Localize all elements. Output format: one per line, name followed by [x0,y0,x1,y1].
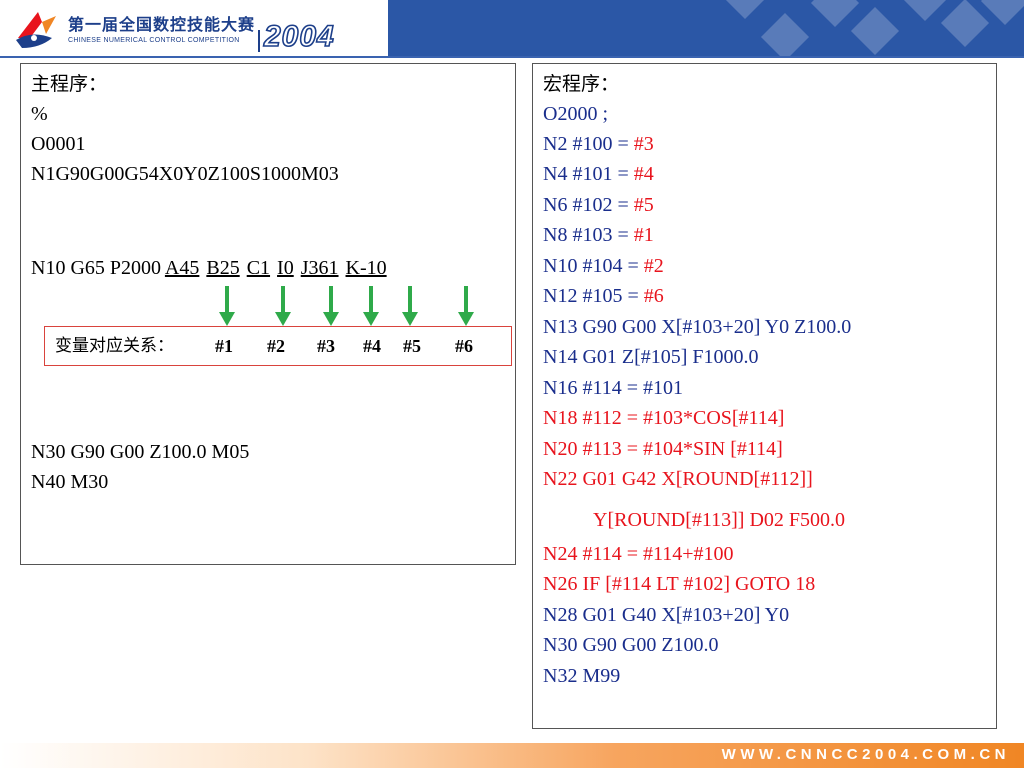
main-program-title: 主程序： [31,73,108,95]
down-arrow-icon [219,286,235,326]
macro-line: N8 #103 = #1 [543,224,654,246]
program-number: O0001 [31,133,86,155]
down-arrow-icon [363,286,379,326]
arg-a: A45 [164,257,200,279]
program-line-n10: N10 G65 P2000 A45 B25 C1 I0 J361 K-10 [31,256,387,280]
macro-line: N32 M99 [543,665,621,687]
footer-url: WWW.CNNCC2004.COM.CN [721,746,1010,763]
mapping-label: 变量对应关系： [55,336,174,356]
competition-title: 第一届全国数控技能大赛 [68,15,256,34]
macro-line: N6 #102 = #5 [543,194,654,216]
logo-divider [258,30,260,52]
program-percent: % [31,103,48,125]
mapping-var: #1 [215,336,233,356]
macro-line: N4 #101 = #4 [543,163,654,185]
macro-line: N10 #104 = #2 [543,255,664,277]
macro-line: O2000 ; [543,103,608,125]
macro-program-title: 宏程序： [543,73,620,95]
down-arrow-icon [275,286,291,326]
macro-line: N30 G90 G00 Z100.0 [543,634,719,656]
macro-line: N20 #113 = #104*SIN [#114] [543,438,783,460]
mapping-var: #5 [403,336,421,356]
macro-line: N24 #114 = #114+#100 [543,543,734,565]
mapping-var: #3 [317,336,335,356]
competition-subtitle: CHINESE NUMERICAL CONTROL COMPETITION [68,37,240,44]
variable-mapping-box: 变量对应关系： #1 #2 #3 #4 #5 #6 [44,326,512,366]
header-rule [0,56,1024,58]
down-arrow-icon [323,286,339,326]
mapping-var: #2 [267,336,285,356]
macro-line: N18 #112 = #103*COS[#114] [543,407,785,429]
mapping-var: #4 [363,336,381,356]
arg-c: C1 [246,257,271,279]
competition-year: 2004 [263,20,335,53]
macro-line: N28 G01 G40 X[#103+20] Y0 [543,604,790,626]
macro-program-panel: 宏程序： O2000 ; N2 #100 = #3 N4 #101 = #4 N… [532,63,997,729]
macro-line: N14 G01 Z[#105] F1000.0 [543,346,759,368]
program-line-n30: N30 G90 G00 Z100.0 M05 [31,441,250,463]
down-arrow-icon [402,286,418,326]
macro-line-continuation: Y[ROUND[#113]] D02 F500.0 [593,509,846,531]
slide-footer: WWW.CNNCC2004.COM.CN [0,743,1024,768]
arg-j: J361 [300,257,339,279]
slide-header: 第一届全国数控技能大赛 CHINESE NUMERICAL CONTROL CO… [0,0,1024,58]
down-arrow-icon [458,286,474,326]
program-line-n40: N40 M30 [31,471,109,493]
macro-line: N13 G90 G00 X[#103+20] Y0 Z100.0 [543,316,852,338]
call-prefix: N10 G65 P2000 [31,257,165,279]
program-line-n1: N1G90G00G54X0Y0Z100S1000M03 [31,163,339,185]
macro-line: N16 #114 = #101 [543,377,683,399]
arg-k: K-10 [345,257,387,279]
macro-line: N22 G01 G42 X[ROUND[#112]] [543,468,813,490]
macro-line: N26 IF [#114 LT #102] GOTO 18 [543,573,816,595]
cnc-logo-icon [16,12,56,48]
macro-line: N2 #100 = #3 [543,133,654,155]
header-band [388,0,1024,56]
arg-i: I0 [277,257,294,279]
main-program-panel: 主程序： % O0001 N1G90G00G54X0Y0Z100S1000M03… [20,63,516,565]
mapping-var: #6 [455,336,473,356]
arg-b: B25 [206,257,240,279]
macro-line: N12 #105 = #6 [543,285,664,307]
